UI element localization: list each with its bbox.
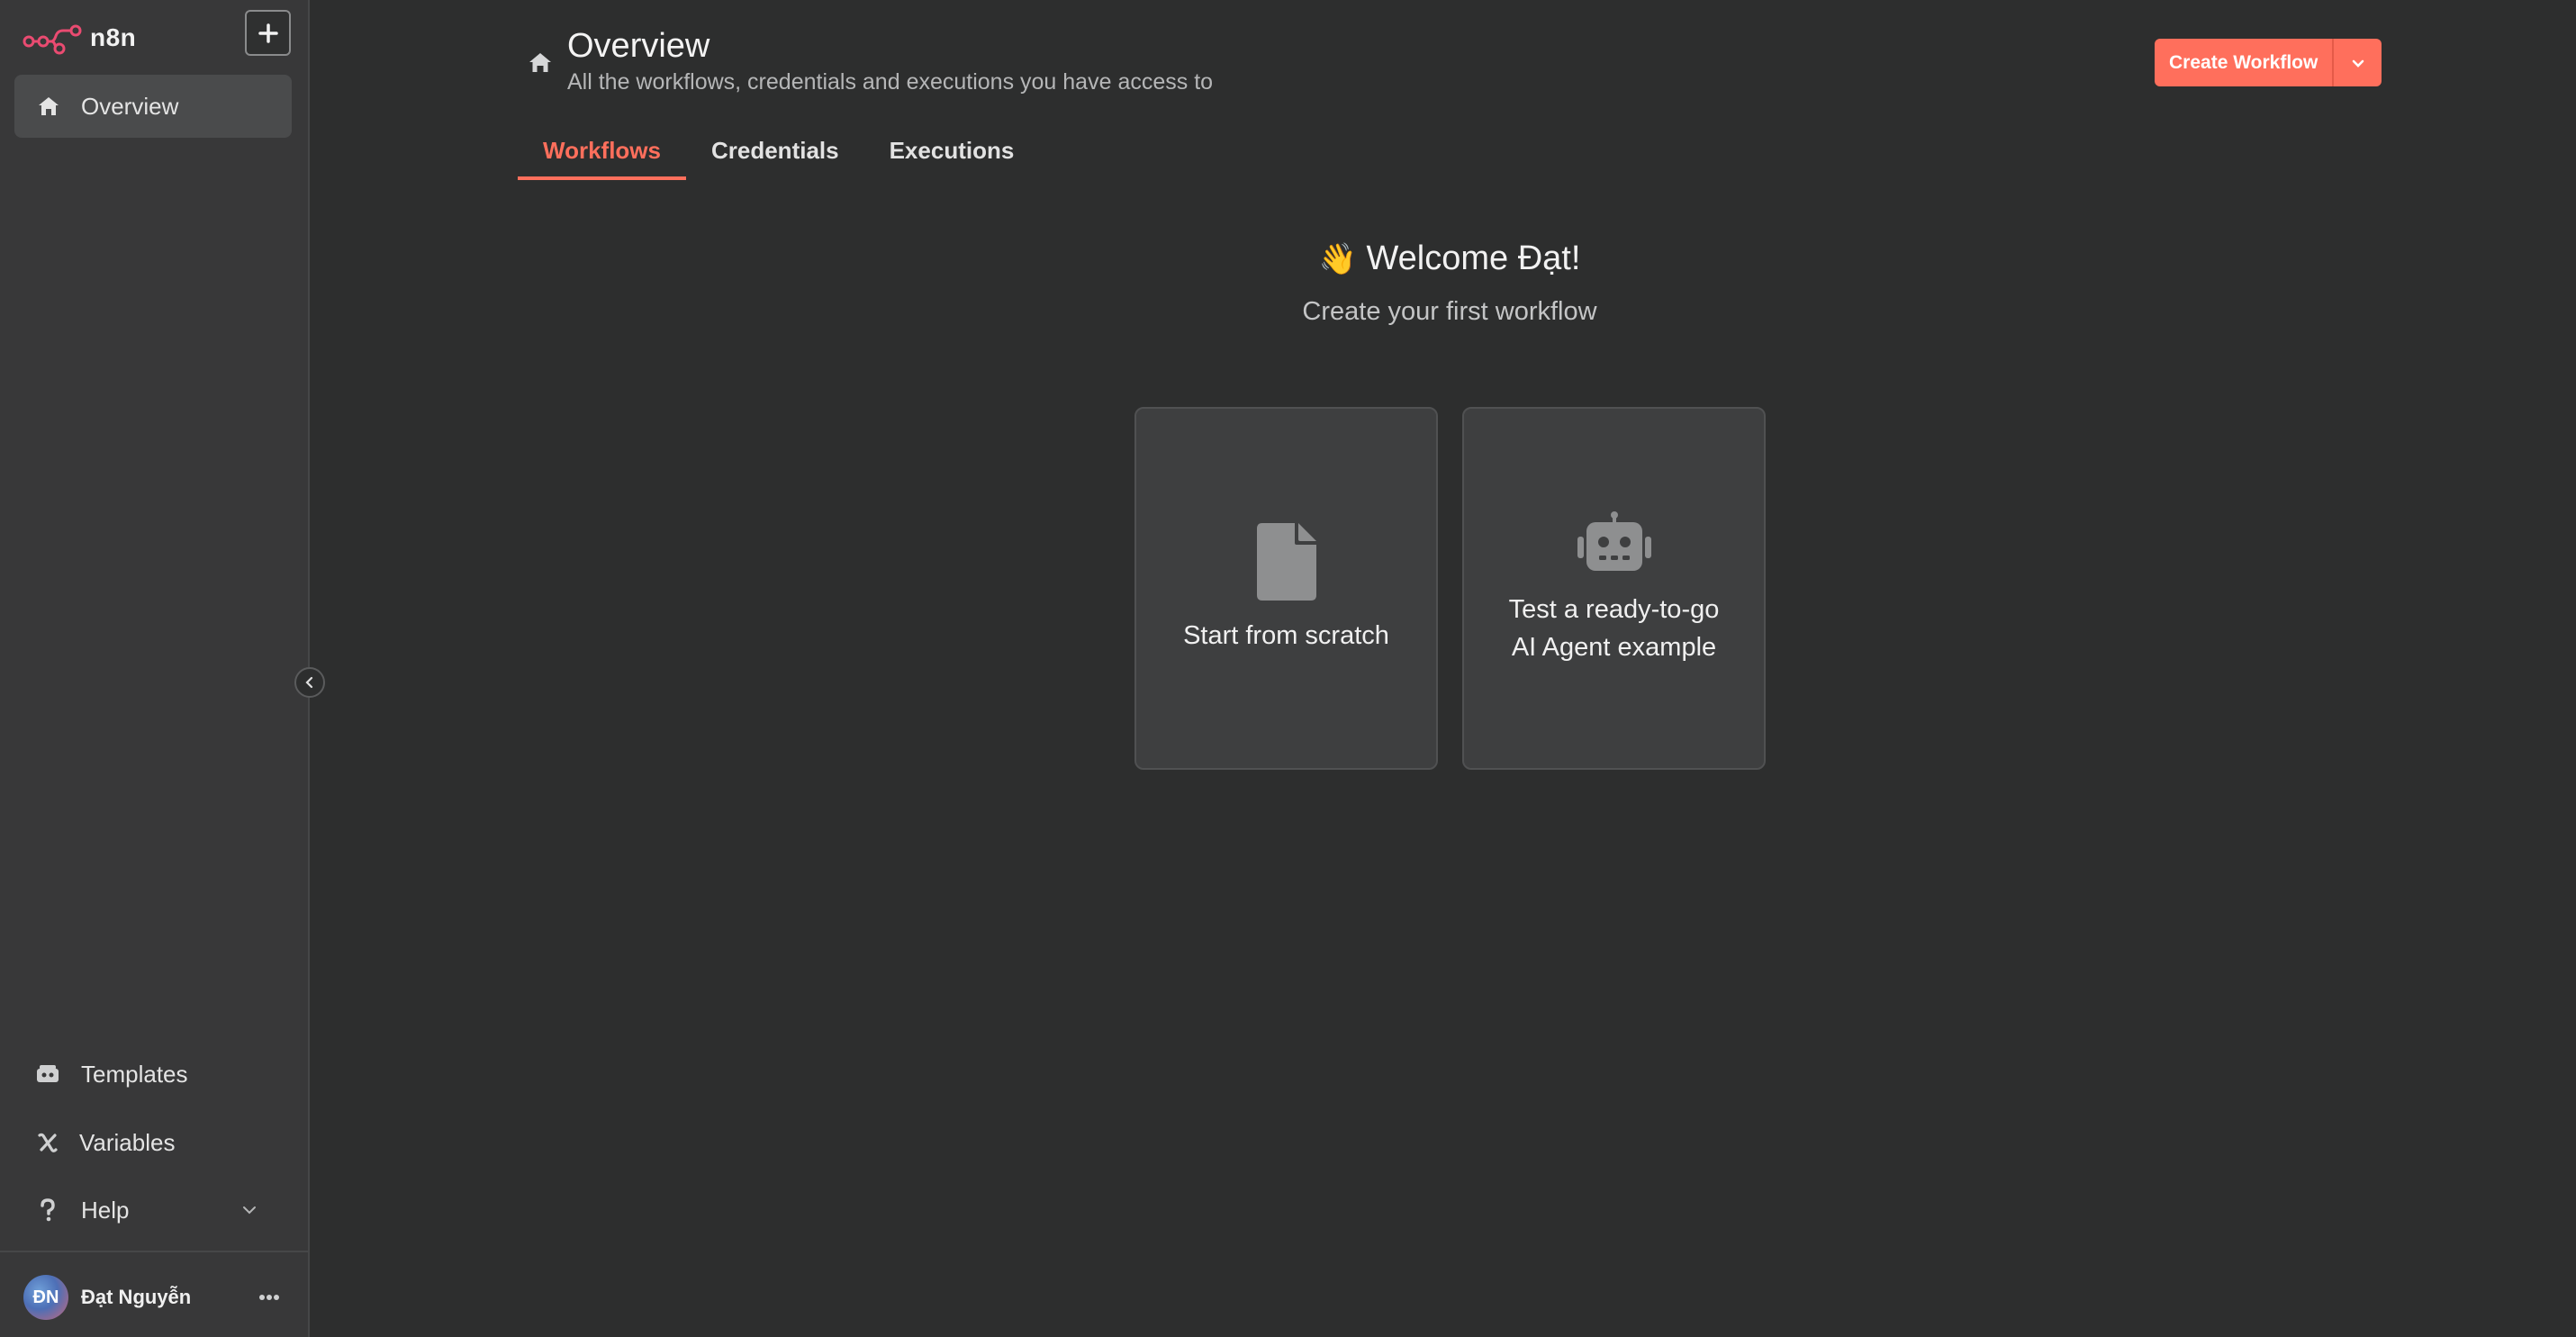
tab-executions[interactable]: Executions — [864, 133, 1040, 180]
card-label: Start from scratch — [1183, 620, 1389, 650]
home-icon — [39, 97, 59, 115]
help-icon — [41, 1198, 55, 1222]
logo[interactable]: n8n — [22, 16, 136, 59]
chevron-down-icon — [2352, 59, 2364, 68]
card-label-line-2: AI Agent example — [1511, 632, 1717, 662]
create-workflow-group: Create Workflow — [2155, 39, 2382, 86]
variables-icon — [38, 1133, 58, 1152]
start-from-scratch-card[interactable]: Start from scratch — [1134, 407, 1438, 770]
plus-icon — [258, 23, 278, 43]
sidebar-item-variables[interactable]: Variables — [14, 1113, 292, 1172]
add-button[interactable] — [245, 10, 291, 56]
card-label-line-1: Test a ready-to-go — [1508, 594, 1720, 624]
robot-icon — [1577, 510, 1651, 571]
page-title: Overview — [567, 27, 710, 65]
sidebar-item-help[interactable]: Help — [14, 1180, 292, 1240]
ai-agent-example-card[interactable]: Test a ready-to-go AI Agent example — [1462, 407, 1766, 770]
page-subtitle: All the workflows, credentials and execu… — [567, 69, 1214, 95]
user-name: Đạt Nguyễn — [81, 1286, 192, 1308]
more-options-button[interactable] — [254, 1282, 285, 1313]
create-workflow-button[interactable]: Create Workflow — [2155, 39, 2335, 86]
ellipsis-icon — [259, 1295, 279, 1300]
sidebar-item-label: Variables — [79, 1128, 176, 1156]
collapse-sidebar-button[interactable] — [294, 667, 325, 698]
sidebar: n8n Overview Templates Variables Help ĐN… — [0, 0, 310, 1337]
sidebar-item-label: Overview — [81, 92, 179, 120]
user-menu[interactable]: ĐN Đạt Nguyễn — [23, 1272, 285, 1323]
tab-workflows[interactable]: Workflows — [518, 133, 686, 180]
welcome-subtitle: Create your first workflow — [1302, 297, 1597, 326]
create-workflow-dropdown-button[interactable] — [2334, 39, 2382, 86]
chevron-down-icon — [243, 1206, 256, 1215]
welcome-title: Welcome Đạt! — [1366, 239, 1581, 277]
templates-icon — [37, 1065, 59, 1082]
file-icon — [1256, 522, 1316, 601]
n8n-logo-icon — [23, 24, 82, 55]
sidebar-item-overview[interactable]: Overview — [14, 75, 292, 138]
sidebar-item-label: Help — [81, 1196, 130, 1224]
tab-credentials[interactable]: Credentials — [686, 133, 864, 180]
home-icon — [529, 53, 551, 72]
logo-text: n8n — [90, 23, 137, 51]
sidebar-item-templates[interactable]: Templates — [14, 1044, 292, 1104]
sidebar-divider — [0, 1251, 310, 1252]
welcome-heading: 👋 Welcome Đạt! — [1170, 239, 1729, 278]
sidebar-item-label: Templates — [81, 1060, 188, 1088]
chevron-left-icon — [305, 676, 313, 689]
waving-hand-icon: 👋 — [1318, 242, 1357, 276]
tab-bar: Workflows Credentials Executions — [518, 133, 1039, 180]
avatar: ĐN — [23, 1275, 68, 1320]
